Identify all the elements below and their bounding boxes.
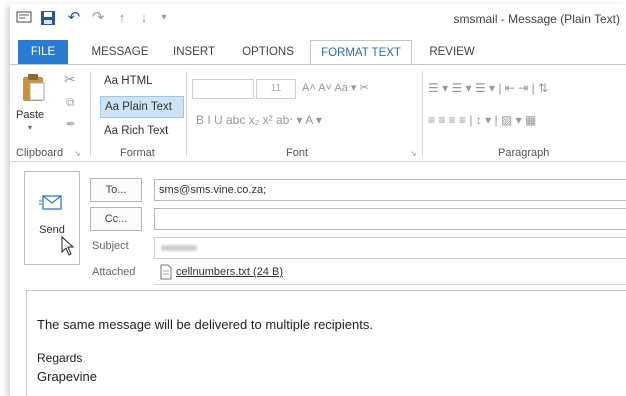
tab-message[interactable]: MESSAGE	[84, 40, 156, 64]
paste-label: Paste	[16, 109, 45, 121]
message-line-3: Grapevine	[37, 369, 97, 384]
message-body[interactable]: The same message will be delivered to mu…	[26, 290, 626, 396]
font-size-value: 11	[270, 83, 282, 94]
save-icon[interactable]	[40, 10, 56, 26]
font-row2-buttons[interactable]: B I U abc x₂ x² ab‧ ▾ A ▾	[196, 113, 322, 127]
app-icon[interactable]	[16, 10, 32, 26]
cut-icon[interactable]: ✂	[64, 71, 76, 88]
cc-field[interactable]	[154, 208, 626, 230]
paste-button[interactable]: Paste ▾	[16, 71, 48, 132]
customize-icon[interactable]: ▾	[156, 10, 172, 26]
tab-format-text[interactable]: FORMAT TEXT	[310, 40, 412, 65]
send-label: Send	[39, 224, 65, 236]
group-divider	[90, 71, 91, 157]
message-line-1: The same message will be delivered to mu…	[37, 317, 373, 332]
clipboard-group-label: Clipboard	[16, 147, 64, 159]
to-field[interactable]: sms@sms.vine.co.za;	[154, 179, 626, 201]
font-size-box[interactable]: 11	[256, 79, 296, 99]
mouse-cursor-icon	[61, 235, 75, 261]
up-arrow-icon[interactable]: ↑	[114, 10, 130, 26]
copy-icon[interactable]: ⧉	[66, 95, 75, 110]
redo-icon[interactable]: ↷	[90, 10, 106, 26]
ribbon-tabs: FILE MESSAGE INSERT OPTIONS FORMAT TEXT …	[10, 40, 626, 65]
tab-file[interactable]: FILE	[18, 40, 68, 64]
down-arrow-icon[interactable]: ↓	[136, 10, 152, 26]
font-row1-buttons[interactable]: A˄ A˅ Aa ▾ ✂	[302, 81, 369, 94]
outlook-message-window: ↶ ↷ ↑ ↓ ▾ smsmail - Message (Plain Text)…	[10, 4, 626, 396]
subject-field[interactable]	[154, 237, 626, 259]
group-divider	[422, 71, 423, 157]
send-button[interactable]: Send	[24, 171, 80, 265]
cc-button[interactable]: Cc...	[90, 207, 142, 231]
format-group-label: Format	[120, 147, 155, 159]
subject-redacted	[161, 245, 197, 251]
message-line-2: Regards	[37, 351, 83, 365]
format-painter-icon[interactable]: ✒	[66, 117, 76, 131]
font-name-box[interactable]	[192, 79, 254, 99]
format-html-option[interactable]: Aa HTML	[100, 71, 182, 91]
group-divider	[186, 71, 187, 157]
clipboard-icon	[20, 73, 46, 108]
format-rich-text-option[interactable]: Aa Rich Text	[100, 121, 182, 141]
font-group-label: Font	[286, 147, 309, 159]
to-value: sms@sms.vine.co.za;	[159, 184, 267, 196]
tab-insert[interactable]: INSERT	[164, 40, 224, 64]
attached-label: Attached	[92, 266, 136, 278]
window-title: smsmail - Message (Plain Text)	[453, 12, 621, 26]
paragraph-row2-buttons[interactable]: ≡ ≡ ≡ ≡ | ↕ ▾ | ▨ ▾ ▦	[428, 113, 536, 127]
to-button[interactable]: To...	[90, 178, 142, 202]
dialog-launcher-icon[interactable]: ↘	[410, 149, 417, 158]
paragraph-group-label: Paragraph	[498, 147, 550, 159]
dialog-launcher-icon[interactable]: ↘	[74, 149, 81, 158]
title-bar: ↶ ↷ ↑ ↓ ▾ smsmail - Message (Plain Text)	[10, 4, 626, 32]
paragraph-row1-buttons[interactable]: ☰ ▾ ☰ ▾ ☰ ▾ | ⇤ ⇥ | ⇅	[428, 81, 548, 95]
tab-options[interactable]: OPTIONS	[232, 40, 304, 64]
dropdown-arrow-icon: ▾	[28, 123, 33, 132]
format-plain-text-option[interactable]: Aa Plain Text	[100, 96, 184, 118]
attachment-link[interactable]: cellnumbers.txt (24 B)	[176, 266, 283, 278]
attachment-row: cellnumbers.txt (24 B)	[154, 260, 626, 285]
undo-icon[interactable]: ↶	[66, 10, 82, 26]
subject-label: Subject	[92, 240, 129, 252]
tab-review[interactable]: REVIEW	[422, 40, 482, 64]
ribbon: Paste ▾ ✂ ⧉ ✒ Clipboard ↘ Aa HTML Aa Pla…	[10, 64, 626, 162]
text-file-icon	[160, 264, 172, 285]
send-envelope-icon	[39, 194, 63, 217]
